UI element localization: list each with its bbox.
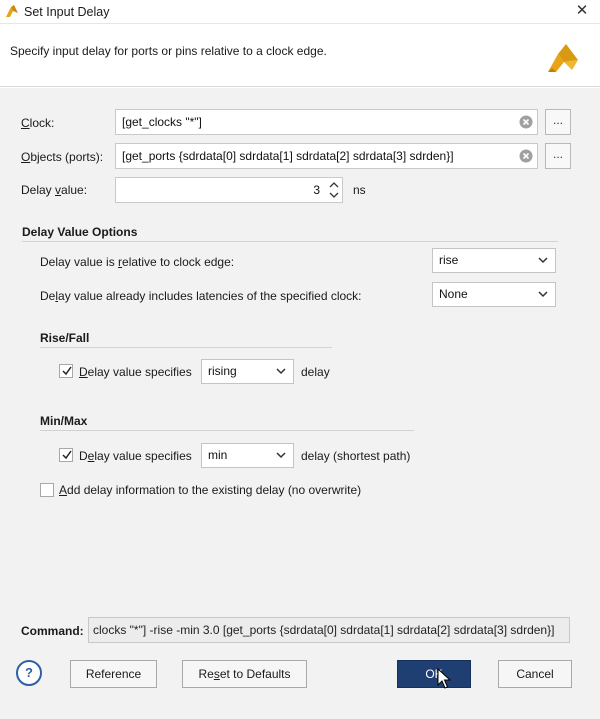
help-icon: ? xyxy=(25,665,33,680)
ok-button[interactable]: OK xyxy=(397,660,471,688)
relative-edge-label: Delay value is relative to clock edge: xyxy=(40,255,235,269)
relative-edge-select[interactable]: rise xyxy=(432,248,556,273)
latencies-select[interactable]: None xyxy=(432,282,556,307)
chevron-down-icon xyxy=(276,368,286,375)
min-max-label: Delay value specifies xyxy=(79,449,192,463)
command-label: Command: xyxy=(21,624,84,638)
title-bar: Set Input Delay ✕ xyxy=(0,0,600,24)
objects-label: Objects (ports): xyxy=(21,150,104,164)
min-max-select[interactable]: min xyxy=(201,443,294,468)
clock-input[interactable]: [get_clocks "*"] xyxy=(115,109,538,135)
spin-arrows-icon[interactable] xyxy=(327,179,341,201)
clear-icon[interactable] xyxy=(519,115,533,129)
close-button[interactable]: ✕ xyxy=(568,0,596,22)
command-preview[interactable]: clocks "*"] -rise -min 3.0 [get_ports {s… xyxy=(88,617,570,643)
delay-value-label: Delay value: xyxy=(21,183,88,197)
divider xyxy=(40,347,332,348)
min-max-value: min xyxy=(208,448,228,462)
checkmark-icon xyxy=(62,366,72,376)
objects-browse-button[interactable]: ... xyxy=(545,143,571,169)
add-delay-checkbox[interactable] xyxy=(40,483,54,497)
add-delay-label: Add delay information to the existing de… xyxy=(59,483,362,497)
clock-browse-button[interactable]: ... xyxy=(545,109,571,135)
delay-unit: ns xyxy=(353,183,366,197)
mouse-cursor-icon xyxy=(437,668,451,689)
chevron-down-icon xyxy=(276,452,286,459)
rise-fall-checkbox[interactable] xyxy=(59,364,73,378)
rise-fall-select[interactable]: rising xyxy=(201,359,294,384)
min-max-suffix: delay (shortest path) xyxy=(301,449,411,463)
close-icon: ✕ xyxy=(575,2,589,19)
divider xyxy=(22,241,558,242)
cancel-button[interactable]: Cancel xyxy=(498,660,572,688)
chevron-down-icon xyxy=(538,257,548,264)
rise-fall-value: rising xyxy=(208,364,237,378)
chevron-down-icon xyxy=(538,291,548,298)
section-min-max: Min/Max xyxy=(40,414,88,428)
reset-to-defaults-button[interactable]: Reset to Defaults xyxy=(182,660,307,688)
section-rise-fall: Rise/Fall xyxy=(40,331,90,345)
divider xyxy=(40,430,414,431)
objects-input[interactable]: [get_ports {sdrdata[0] sdrdata[1] sdrdat… xyxy=(115,143,538,169)
checkmark-icon xyxy=(62,450,72,460)
vivado-app-icon xyxy=(6,5,18,17)
help-button[interactable]: ? xyxy=(16,660,42,686)
reference-button[interactable]: Reference xyxy=(70,660,157,688)
clear-icon[interactable] xyxy=(519,149,533,163)
section-delay-value-options: Delay Value Options xyxy=(22,225,138,239)
relative-edge-value: rise xyxy=(439,253,459,267)
clock-label: Clock: xyxy=(21,116,55,130)
window-title: Set Input Delay xyxy=(24,5,110,19)
header-description: Specify input delay for ports or pins re… xyxy=(10,44,327,58)
spin-down-icon xyxy=(329,192,339,198)
latencies-value: None xyxy=(439,287,468,301)
rise-fall-suffix: delay xyxy=(301,365,330,379)
rise-fall-label: Delay value specifies xyxy=(79,365,192,379)
latencies-label: Delay value already includes latencies o… xyxy=(40,289,362,303)
vivado-logo-icon xyxy=(548,44,578,72)
min-max-checkbox[interactable] xyxy=(59,448,73,462)
spin-up-icon xyxy=(329,182,339,188)
delay-value-spinner[interactable]: 3 xyxy=(115,177,343,203)
